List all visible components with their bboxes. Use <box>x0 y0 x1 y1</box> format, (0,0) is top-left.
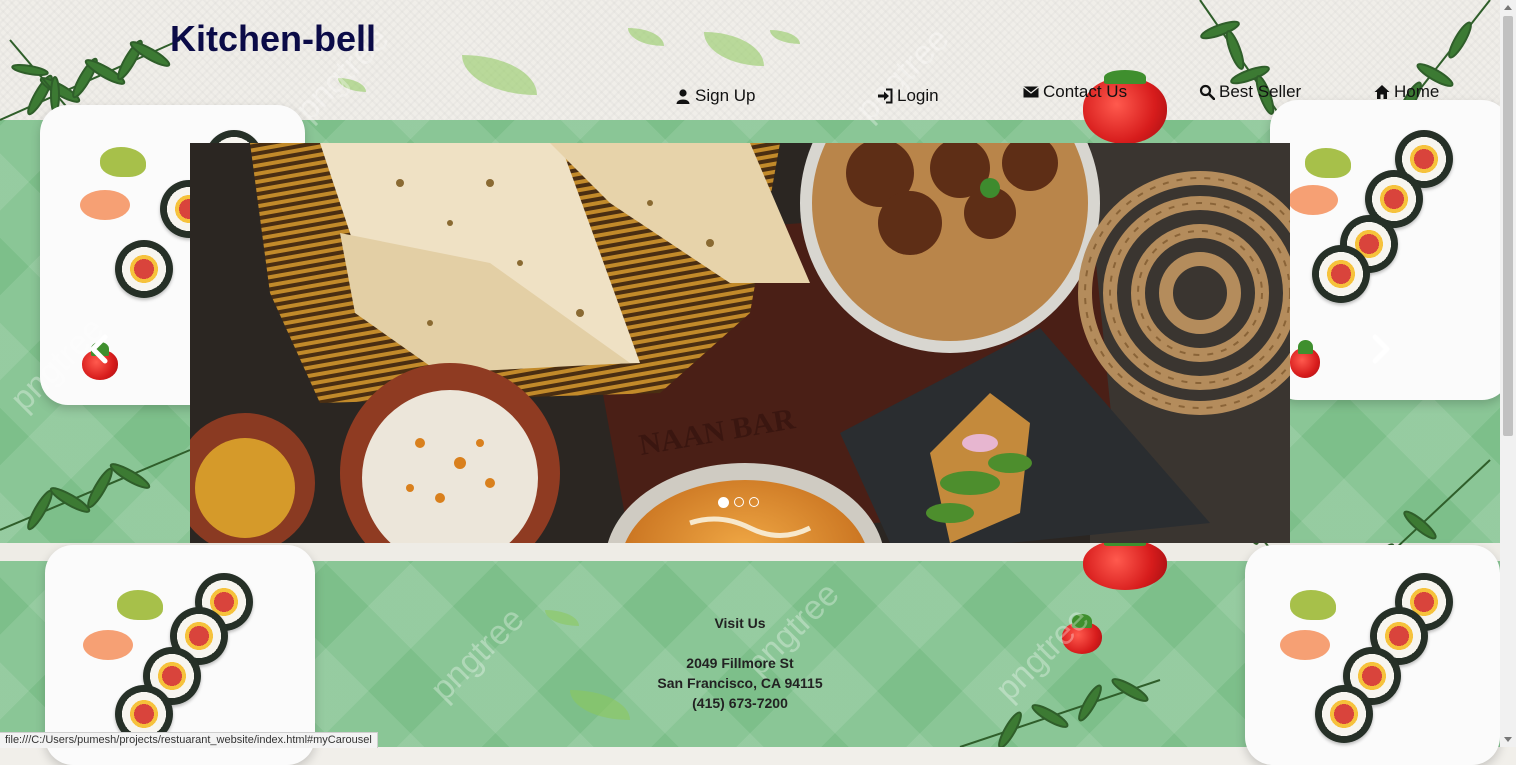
nav-sign-up-label: Sign Up <box>695 86 756 105</box>
rosemary-decoration-bottom <box>959 678 1161 747</box>
home-icon <box>1374 85 1390 99</box>
search-icon <box>1199 84 1215 100</box>
footer-phone: (415) 673-7200 <box>692 695 788 711</box>
nav-login-label: Login <box>897 86 939 105</box>
carousel-next-button[interactable] <box>1366 332 1396 366</box>
login-icon <box>878 88 893 104</box>
carousel-indicator[interactable] <box>718 497 729 508</box>
footer-address-line2: San Francisco, CA 94115 <box>657 675 823 691</box>
user-icon <box>676 89 690 104</box>
carousel-prev-button[interactable] <box>84 332 114 366</box>
chevron-right-icon <box>1372 334 1390 364</box>
footer-address-line1: 2049 Fillmore St <box>686 655 794 671</box>
carousel-indicator[interactable] <box>734 497 744 507</box>
site-title: Kitchen-bell <box>170 18 377 59</box>
carousel[interactable]: NAAN BAR <box>190 143 1290 543</box>
strawberry-image <box>1083 532 1167 590</box>
nav-contact-us[interactable]: Contact Us <box>1023 82 1127 102</box>
carousel-slide-image: NAAN BAR <box>190 143 1290 543</box>
scroll-down-arrow[interactable] <box>1504 737 1512 742</box>
footer-heading: Visit Us <box>714 615 766 631</box>
envelope-icon <box>1023 86 1039 98</box>
status-bar-url: file:///C:/Users/pumesh/projects/restuar… <box>0 732 378 748</box>
nav-best-seller-label: Best Seller <box>1219 82 1302 101</box>
scroll-up-arrow[interactable] <box>1504 5 1512 10</box>
chevron-left-icon <box>90 334 108 364</box>
nav-login[interactable]: Login <box>877 86 939 106</box>
scroll-thumb[interactable] <box>1503 16 1513 436</box>
strawberry-image <box>1062 614 1102 654</box>
strawberry-image <box>1290 340 1320 378</box>
vertical-scrollbar[interactable] <box>1500 0 1516 747</box>
nav-best-seller[interactable]: Best Seller <box>1199 82 1301 102</box>
carousel-indicators <box>718 497 759 508</box>
nav-home-label: Home <box>1394 82 1440 101</box>
nav-home[interactable]: Home <box>1374 82 1439 102</box>
carousel-indicator[interactable] <box>749 497 759 507</box>
nav-sign-up[interactable]: Sign Up <box>675 86 755 106</box>
sushi-plate-image <box>1245 545 1500 765</box>
nav-contact-us-label: Contact Us <box>1043 82 1128 101</box>
